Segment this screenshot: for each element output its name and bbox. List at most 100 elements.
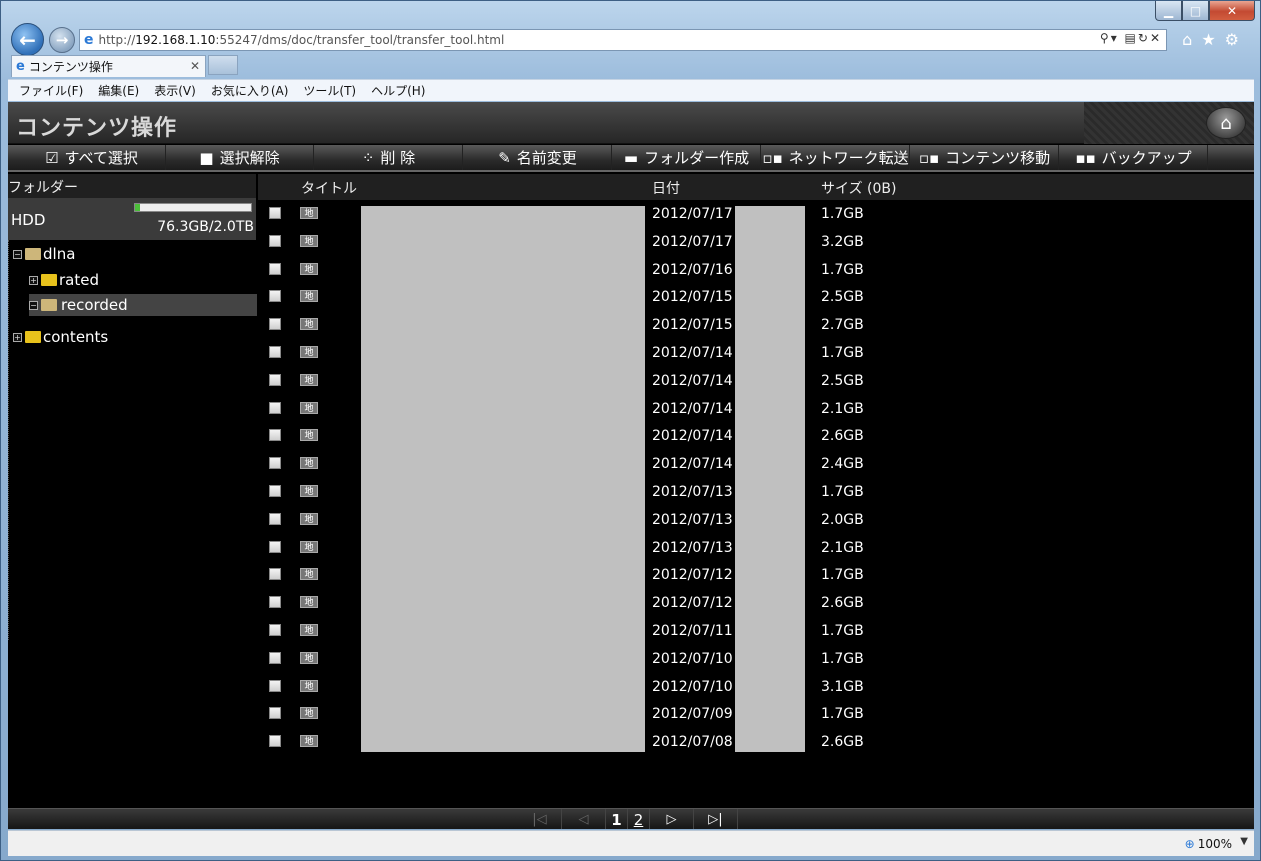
tree-node-recorded[interactable]: − recorded bbox=[29, 294, 257, 316]
row-date: 2012/07/16 bbox=[652, 261, 733, 278]
row-checkbox[interactable] bbox=[269, 457, 281, 470]
row-date: 2012/07/15 bbox=[652, 289, 733, 306]
row-checkbox[interactable] bbox=[269, 623, 281, 636]
collapse-icon[interactable]: − bbox=[13, 249, 22, 259]
new-tab-button[interactable] bbox=[208, 55, 238, 75]
collapse-icon[interactable]: − bbox=[29, 300, 38, 310]
row-date: 2012/07/17 bbox=[652, 206, 733, 222]
prev-page-button[interactable]: ◁ bbox=[562, 809, 606, 829]
video-file-icon: 地 bbox=[300, 345, 318, 358]
address-bar[interactable]: e http://192.168.1.10:55247/dms/doc/tran… bbox=[79, 29, 1167, 51]
checkbox-checked-icon: ☑ bbox=[45, 148, 59, 167]
video-file-icon: 地 bbox=[300, 651, 318, 664]
tree-node-contents[interactable]: + contents bbox=[13, 326, 108, 348]
menu-help[interactable]: ヘルプ(H) bbox=[371, 82, 425, 99]
delete-button[interactable]: ⁘ 削 除 bbox=[315, 145, 463, 170]
expand-icon[interactable]: + bbox=[29, 275, 38, 285]
forward-button[interactable]: → bbox=[49, 27, 75, 53]
rename-button[interactable]: ✎ 名前変更 bbox=[464, 145, 612, 170]
create-folder-label: フォルダー作成 bbox=[644, 149, 750, 167]
column-size[interactable]: サイズ (0B) bbox=[821, 178, 896, 198]
back-button[interactable]: ← bbox=[11, 23, 44, 56]
menu-edit[interactable]: 編集(E) bbox=[98, 82, 139, 99]
video-file-icon: 地 bbox=[300, 707, 318, 720]
row-checkbox[interactable] bbox=[269, 373, 281, 386]
close-window-button[interactable]: ✕ bbox=[1209, 1, 1255, 21]
close-tab-icon[interactable]: ✕ bbox=[190, 59, 200, 73]
row-checkbox[interactable] bbox=[269, 735, 281, 748]
row-size: 2.6GB bbox=[821, 734, 864, 751]
row-date: 2012/07/14 bbox=[652, 372, 733, 389]
page-1-link[interactable]: 1 bbox=[606, 809, 628, 829]
backup-button[interactable]: ▪▪ バックアップ bbox=[1060, 145, 1208, 170]
column-title[interactable]: タイトル bbox=[301, 178, 357, 198]
row-size: 2.6GB bbox=[821, 595, 864, 612]
redacted-titles bbox=[361, 206, 645, 752]
row-size: 2.5GB bbox=[821, 372, 864, 389]
app-header: コンテンツ操作 ⌂ bbox=[8, 102, 1254, 144]
row-size: 3.1GB bbox=[821, 678, 864, 695]
tree-node-rated[interactable]: + rated bbox=[29, 269, 99, 291]
row-checkbox[interactable] bbox=[269, 207, 281, 219]
row-size: 2.1GB bbox=[821, 539, 864, 556]
favorites-star-icon[interactable]: ★ bbox=[1201, 30, 1224, 49]
row-checkbox[interactable] bbox=[269, 262, 281, 275]
menu-file[interactable]: ファイル(F) bbox=[19, 82, 83, 99]
refresh-icon[interactable]: ↻ bbox=[1138, 31, 1150, 45]
select-all-button[interactable]: ☑ すべて選択 bbox=[18, 145, 166, 170]
row-checkbox[interactable] bbox=[269, 707, 281, 720]
stop-icon[interactable]: ✕ bbox=[1150, 31, 1162, 45]
zoom-control[interactable]: ⊕ 100% bbox=[1185, 837, 1232, 851]
row-checkbox[interactable] bbox=[269, 540, 281, 553]
folder-open-icon bbox=[41, 299, 57, 311]
menu-tools[interactable]: ツール(T) bbox=[303, 82, 356, 99]
home-button[interactable]: ⌂ bbox=[1206, 107, 1246, 139]
next-page-button[interactable]: ▷ bbox=[650, 809, 694, 829]
maximize-button[interactable]: □ bbox=[1182, 1, 1209, 21]
hdd-usage-bar bbox=[134, 203, 252, 212]
row-date: 2012/07/10 bbox=[652, 678, 733, 695]
tree-node-dlna[interactable]: − dlna bbox=[13, 243, 75, 265]
column-date[interactable]: 日付 bbox=[652, 178, 680, 198]
row-checkbox[interactable] bbox=[269, 429, 281, 442]
row-checkbox[interactable] bbox=[269, 568, 281, 581]
search-icon[interactable]: ⚲ bbox=[1100, 31, 1111, 45]
menu-view[interactable]: 表示(V) bbox=[154, 82, 196, 99]
row-checkbox[interactable] bbox=[269, 651, 281, 664]
first-page-button[interactable]: |◁ bbox=[518, 809, 562, 829]
last-page-button[interactable]: ▷| bbox=[694, 809, 738, 829]
row-checkbox[interactable] bbox=[269, 345, 281, 358]
create-folder-button[interactable]: ▬ フォルダー作成 bbox=[613, 145, 761, 170]
address-controls[interactable]: ⚲▾ ▤↻✕ bbox=[1100, 31, 1162, 45]
row-checkbox[interactable] bbox=[269, 679, 281, 692]
expand-icon[interactable]: + bbox=[13, 332, 22, 342]
tab-current[interactable]: e コンテンツ操作 ✕ bbox=[11, 55, 206, 77]
move-content-button[interactable]: ▫▪ コンテンツ移動 bbox=[911, 145, 1059, 170]
tree-label: dlna bbox=[43, 245, 76, 263]
video-file-icon: 地 bbox=[300, 540, 318, 553]
home-icon[interactable]: ⌂ bbox=[1182, 30, 1201, 49]
folder-icon bbox=[25, 331, 41, 343]
row-checkbox[interactable] bbox=[269, 318, 281, 331]
compat-icon[interactable]: ▤ bbox=[1125, 31, 1138, 45]
row-date: 2012/07/13 bbox=[652, 539, 733, 556]
row-checkbox[interactable] bbox=[269, 234, 281, 247]
row-checkbox[interactable] bbox=[269, 484, 281, 497]
tree-label: recorded bbox=[59, 296, 130, 314]
hdd-capacity: 76.3GB/2.0TB bbox=[157, 219, 254, 235]
row-size: 2.4GB bbox=[821, 456, 864, 473]
row-checkbox[interactable] bbox=[269, 512, 281, 525]
minimize-button[interactable]: ▁ bbox=[1155, 1, 1182, 21]
browser-tool-icons: ⌂★⚙ bbox=[1182, 30, 1248, 49]
chevron-down-icon[interactable]: ▼ bbox=[1240, 836, 1248, 847]
network-transfer-button[interactable]: ▫▪ ネットワーク転送 bbox=[762, 145, 910, 170]
folder-panel: フォルダー HDD 76.3GB/2.0TB − dlna + rated − rec… bbox=[8, 174, 257, 794]
row-checkbox[interactable] bbox=[269, 596, 281, 609]
deselect-button[interactable]: ■ 選択解除 bbox=[166, 145, 314, 170]
page-2-link[interactable]: 2 bbox=[628, 809, 650, 829]
row-checkbox[interactable] bbox=[269, 401, 281, 414]
gear-icon[interactable]: ⚙ bbox=[1225, 30, 1248, 49]
row-checkbox[interactable] bbox=[269, 290, 281, 303]
menu-favorites[interactable]: お気に入り(A) bbox=[211, 82, 289, 99]
move-icon: ▫▪ bbox=[918, 148, 940, 167]
